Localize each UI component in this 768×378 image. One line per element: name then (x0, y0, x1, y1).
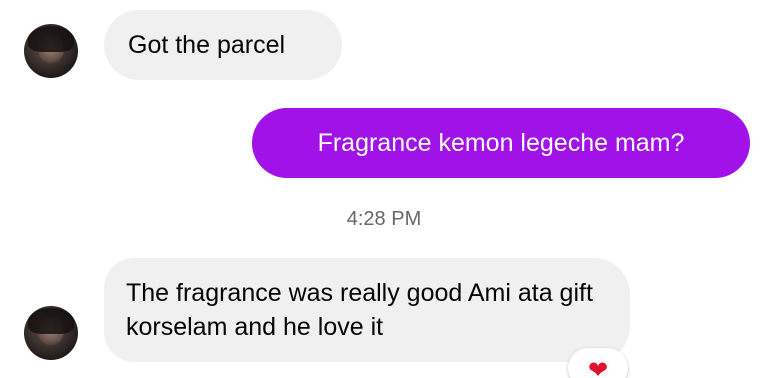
message-text: Fragrance kemon legeche mam? (317, 129, 685, 157)
avatar-hair (28, 308, 74, 334)
chat-thread: Got the parcel Fragrance kemon legeche m… (0, 0, 768, 378)
message-text: The fragrance was really good Ami ata gi… (126, 279, 593, 341)
outgoing-message-bubble[interactable]: Fragrance kemon legeche mam? (252, 108, 750, 178)
message-text: Got the parcel (128, 31, 286, 59)
avatar-hair (28, 26, 74, 52)
heart-icon: ❤ (587, 357, 609, 378)
contact-avatar[interactable] (24, 24, 78, 78)
incoming-message-bubble[interactable]: Got the parcel (104, 10, 342, 80)
incoming-message-bubble[interactable]: The fragrance was really good Ami ata gi… (104, 258, 630, 362)
message-reaction[interactable]: ❤ (568, 348, 628, 378)
contact-avatar[interactable] (24, 306, 78, 360)
message-timestamp: 4:28 PM (346, 208, 422, 230)
